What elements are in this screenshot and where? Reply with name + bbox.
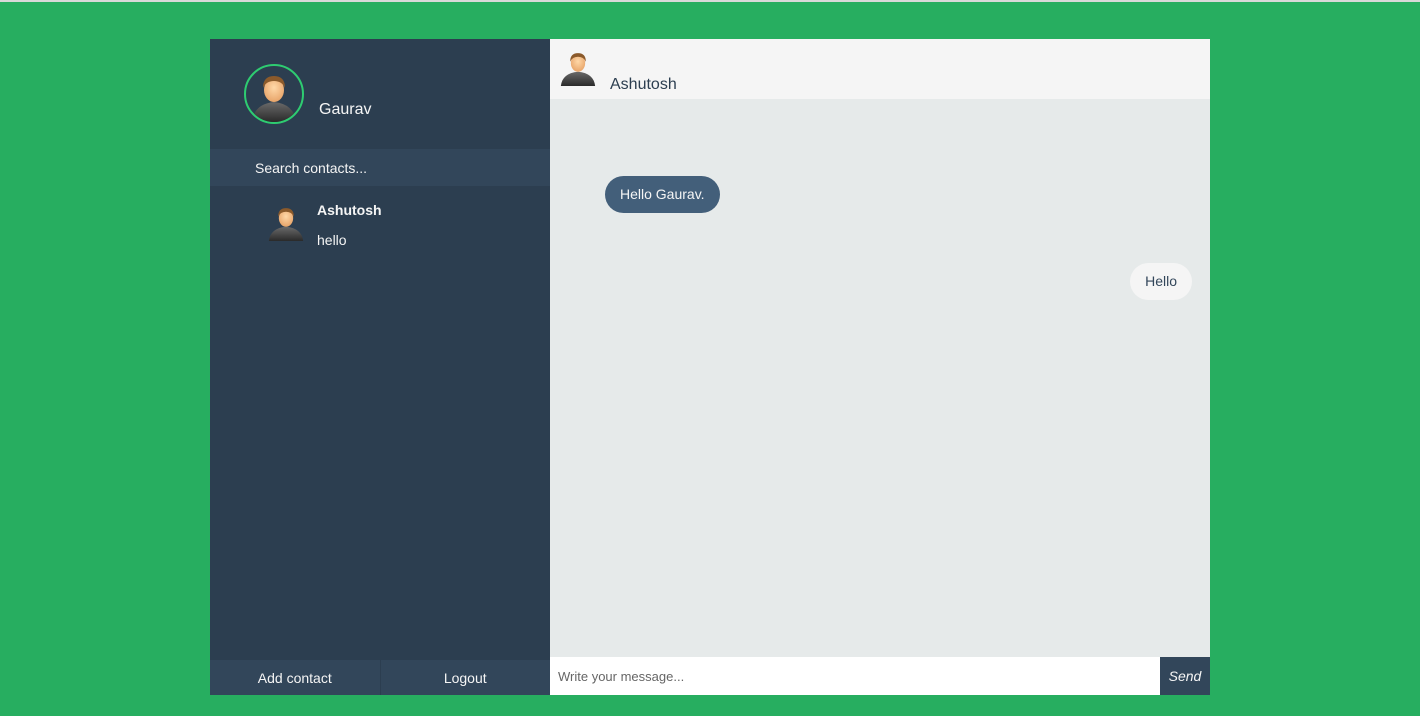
message-list: Hello Gaurav. Hello — [550, 99, 1210, 656]
sidepanel: Gaurav Search contacts... Ashutosh hello… — [210, 39, 550, 695]
chat-header-avatar — [558, 46, 598, 86]
chat-header: Ashutosh — [550, 39, 1210, 99]
user-avatar-icon — [252, 76, 296, 122]
contact-list: Ashutosh hello — [210, 186, 550, 258]
contact-item-ashutosh[interactable]: Ashutosh hello — [210, 186, 550, 258]
chat-header-name: Ashutosh — [610, 76, 677, 93]
bottom-bar: Add contact Logout — [210, 660, 550, 695]
profile-avatar[interactable] — [244, 64, 304, 124]
user-avatar-icon — [268, 208, 304, 241]
add-contact-button[interactable]: Add contact — [210, 660, 380, 695]
message-received: Hello Gaurav. — [605, 176, 720, 213]
profile-name: Gaurav — [319, 101, 372, 118]
user-avatar-icon — [560, 53, 596, 86]
search-input[interactable] — [210, 149, 550, 186]
message-input[interactable] — [550, 657, 1160, 695]
chat-content: Ashutosh Hello Gaurav. Hello Send — [550, 39, 1210, 695]
contact-preview: hello — [317, 232, 347, 248]
contact-name: Ashutosh — [317, 202, 382, 218]
search-bar — [210, 149, 550, 186]
message-input-bar: Send — [550, 657, 1210, 695]
send-button[interactable]: Send — [1160, 657, 1210, 695]
logout-button[interactable]: Logout — [379, 660, 550, 695]
profile: Gaurav — [210, 39, 550, 149]
message-sent: Hello — [1130, 263, 1192, 300]
contact-avatar — [266, 201, 306, 241]
chat-app-frame: Gaurav Search contacts... Ashutosh hello… — [210, 39, 1210, 695]
